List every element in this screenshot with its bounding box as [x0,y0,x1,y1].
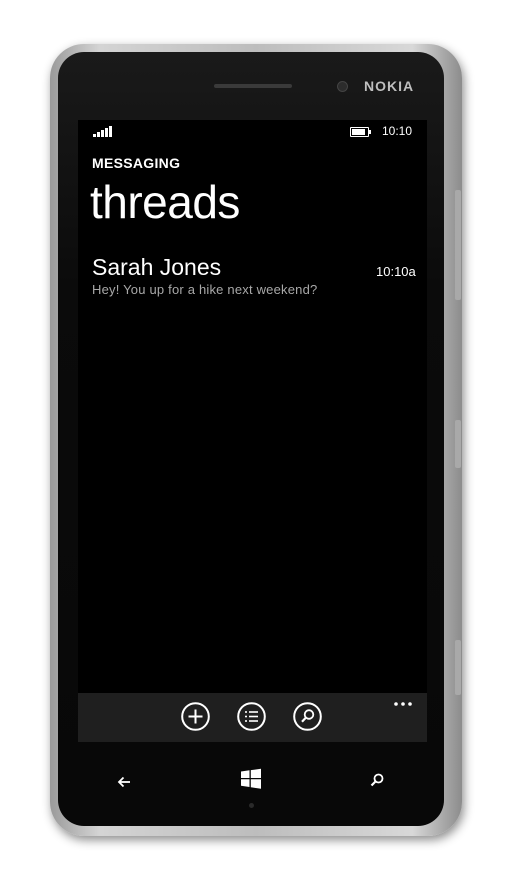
back-button[interactable] [117,773,131,792]
thread-item[interactable]: Sarah Jones 10:10a Hey! You up for a hik… [78,252,427,302]
proximity-sensor [249,803,254,808]
thread-preview: Hey! You up for a hike next weekend? [92,282,318,297]
app-bar [78,693,427,742]
thread-time: 10:10a [376,264,416,279]
add-icon [181,702,210,731]
new-message-button[interactable] [181,702,210,731]
thread-contact-name: Sarah Jones [92,254,222,280]
page-title: threads [90,176,240,228]
hardware-search-button[interactable] [370,772,384,791]
status-time: 10:10 [382,124,413,138]
search-icon [293,702,322,731]
back-icon [117,776,130,788]
volume-button [455,190,461,300]
windows-start-icon [241,768,261,789]
signal-strength-icon [93,125,113,137]
power-button [455,420,461,468]
search-icon [370,773,384,787]
more-options-button[interactable] [392,695,414,707]
brand-logo: NOKIA [364,78,415,94]
select-icon [237,702,266,731]
battery-level [352,129,365,135]
app-title: MESSAGING [92,155,181,171]
status-bar: 10:10 [78,120,427,144]
ellipsis-icon [394,702,412,706]
battery-icon [350,127,371,137]
camera-button [455,640,461,695]
select-button[interactable] [237,702,266,731]
search-button[interactable] [293,702,322,731]
earpiece [214,84,292,88]
start-button[interactable] [240,768,262,794]
front-camera [337,81,348,92]
screen: 10:10 MESSAGING threads Sarah Jones 10:1… [78,120,427,742]
